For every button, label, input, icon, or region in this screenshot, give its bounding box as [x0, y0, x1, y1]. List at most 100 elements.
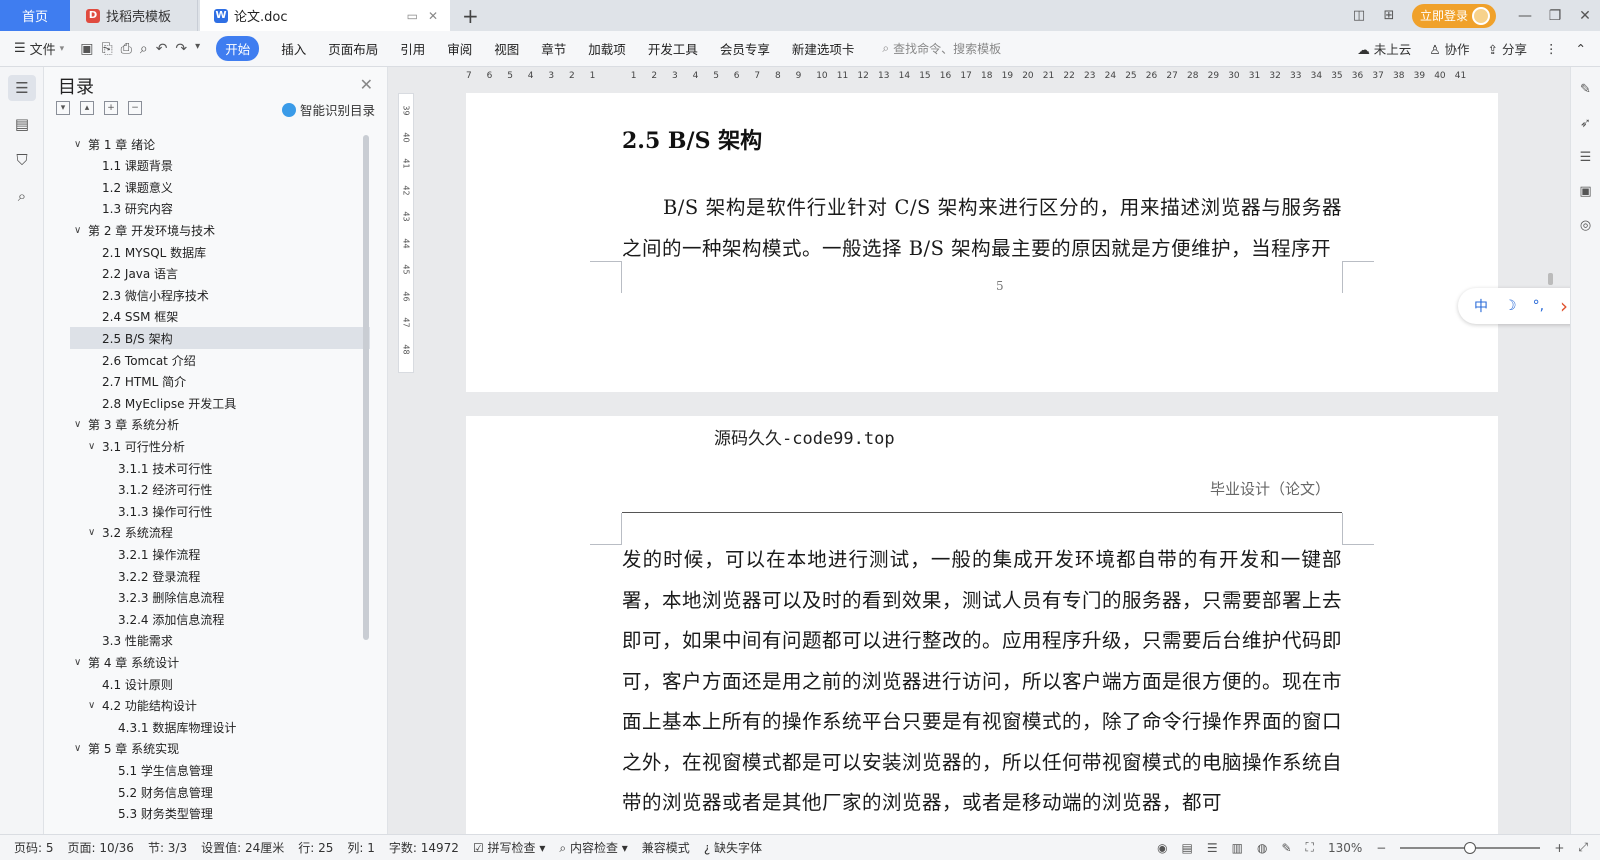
toc-item[interactable]: 4.1 设计原则 [70, 673, 370, 695]
command-search[interactable]: ⌕ 查找命令、搜索模板 [882, 40, 1001, 57]
tab-home[interactable]: 首页 [0, 0, 70, 31]
toc-item[interactable]: ∨ 3.2 系统流程 [70, 522, 370, 544]
more-icon[interactable]: ⋮ [1545, 41, 1558, 56]
status-setting[interactable]: 设置值: 24厘米 [201, 839, 284, 856]
toc-item[interactable]: 2.5 B/S 架构 [70, 327, 370, 350]
toc-item[interactable]: 2.4 SSM 框架 [70, 306, 370, 328]
horizontal-ruler[interactable]: 7 6 5 4 3 2 1 1 2 3 4 5 6 7 8 9 10 11 12 13 14 15 16 17 18 19 20 21… [400, 67, 1545, 91]
toc-item[interactable]: 3.1.2 经济可行性 [70, 479, 370, 501]
settings-sliders-icon[interactable]: ☰ [1576, 147, 1596, 167]
status-page-code[interactable]: 页码: 5 [14, 839, 54, 856]
smart-toc-button[interactable]: 智能识别目录 [281, 100, 375, 119]
moon-icon[interactable]: ☽ [1504, 298, 1517, 314]
status-col[interactable]: 列: 1 [347, 839, 375, 856]
remove-heading-icon[interactable]: − [128, 101, 142, 115]
chevron-down-icon[interactable]: ∨ [74, 419, 88, 430]
toc-item[interactable]: ∨ 4.2 功能结构设计 [70, 695, 370, 717]
undo-icon[interactable]: ↶ [156, 41, 168, 57]
toc-item[interactable]: 3.1.3 操作可行性 [70, 500, 370, 522]
tab-chapter[interactable]: 章节 [541, 39, 566, 58]
restore-icon[interactable]: ❐ [1540, 8, 1570, 24]
chevron-down-icon[interactable]: ∨ [74, 225, 88, 236]
toc-item[interactable]: ∨ 第 5 章 系统实现 [70, 738, 370, 760]
status-row[interactable]: 行: 25 [298, 839, 333, 856]
toc-panel-icon[interactable]: ☰ [8, 75, 36, 101]
toc-item[interactable]: 3.1.1 技术可行性 [70, 457, 370, 479]
eye-protection-icon[interactable]: ◉ [1157, 841, 1167, 855]
translate-icon[interactable]: ▣ [1576, 181, 1596, 201]
outline-view-icon[interactable]: ☰ [1207, 841, 1218, 855]
location-icon[interactable]: ◎ [1576, 215, 1596, 235]
print-icon[interactable]: ⎙ [121, 41, 132, 57]
toc-item[interactable]: 2.3 微信小程序技术 [70, 284, 370, 306]
tab-template[interactable]: D 找稻壳模板 [72, 0, 198, 31]
tab-references[interactable]: 引用 [400, 39, 425, 58]
toc-item[interactable]: 1.2 课题意义 [70, 176, 370, 198]
zoom-in-icon[interactable]: + [1554, 841, 1564, 855]
toc-item[interactable]: 3.2.3 删除信息流程 [70, 587, 370, 609]
toc-item[interactable]: ∨ 第 2 章 开发环境与技术 [70, 219, 370, 241]
add-heading-icon[interactable]: + [104, 101, 118, 115]
toc-item[interactable]: 2.2 Java 语言 [70, 263, 370, 285]
fullscreen-icon[interactable]: ⤢ [1578, 840, 1588, 855]
toc-item[interactable]: 2.6 Tomcat 介绍 [70, 349, 370, 371]
spell-check-button[interactable]: ☑ 拼写检查 ▾ [473, 839, 545, 856]
chevron-down-icon[interactable]: ∨ [74, 743, 88, 754]
toc-item[interactable]: 4.3.1 数据库物理设计 [70, 716, 370, 738]
document-page[interactable]: 2.5 B/S 架构 B/S 架构是软件行业针对 C/S 架构来进行区分的，用来… [466, 93, 1498, 392]
bookmark-icon[interactable]: ⛉ [8, 147, 36, 173]
content-check-button[interactable]: ⌕ 内容检查 ▾ [559, 839, 627, 856]
chevron-down-icon[interactable]: ∨ [88, 441, 102, 452]
collapse-ribbon-icon[interactable]: ⌃ [1576, 41, 1586, 56]
find-icon[interactable]: ⌕ [8, 183, 36, 209]
file-menu[interactable]: ☰ 文件 ▾ [14, 39, 64, 58]
chevron-down-icon[interactable]: ∨ [74, 657, 88, 668]
read-view-icon[interactable]: ▥ [1232, 841, 1243, 855]
tab-insert[interactable]: 插入 [281, 39, 306, 58]
toc-item[interactable]: 5.1 学生信息管理 [70, 759, 370, 781]
chevron-down-icon[interactable]: ∨ [74, 139, 88, 150]
pen-icon[interactable]: ✎ [1576, 79, 1596, 99]
tab-document[interactable]: W 论文.doc ▭ ✕ [200, 0, 450, 31]
section-nav-icon[interactable]: ▤ [8, 111, 36, 137]
punctuation-icon[interactable]: °, [1533, 298, 1544, 314]
toc-item[interactable]: 3.2.2 登录流程 [70, 565, 370, 587]
expand-all-icon[interactable]: ▴ [80, 101, 94, 115]
print-preview-icon[interactable]: ⌕ [140, 41, 148, 57]
toc-item[interactable]: ∨ 第 3 章 系统分析 [70, 414, 370, 436]
toc-item[interactable]: 1.3 研究内容 [70, 198, 370, 220]
toc-item[interactable]: ∨ 第 1 章 绪论 [70, 133, 370, 155]
toc-item[interactable]: 2.1 MYSQL 数据库 [70, 241, 370, 263]
missing-font-button[interactable]: ¿ 缺失字体 [704, 839, 762, 856]
redo-icon[interactable]: ↷ [175, 41, 187, 57]
collapse-all-icon[interactable]: ▾ [56, 101, 70, 115]
toc-item[interactable]: 3.3 性能需求 [70, 630, 370, 652]
tab-developer[interactable]: 开发工具 [648, 39, 698, 58]
zoom-value[interactable]: 130% [1328, 841, 1362, 855]
share-button[interactable]: ⇪ 分享 [1488, 39, 1527, 58]
cloud-button[interactable]: ☁ 未上云 [1357, 39, 1411, 58]
annotate-icon[interactable]: ✎ [1281, 841, 1291, 855]
toc-item[interactable]: 5.3 财务类型管理 [70, 803, 370, 825]
new-tab-button[interactable]: + [462, 4, 479, 28]
zoom-out-icon[interactable]: − [1376, 841, 1386, 855]
tab-review[interactable]: 审阅 [447, 39, 472, 58]
toc-scrollbar[interactable] [363, 135, 369, 640]
export-icon[interactable]: ⎘ [101, 41, 112, 57]
customize-icon[interactable]: ▾ [195, 41, 200, 57]
tab-start[interactable]: 开始 [216, 36, 260, 61]
web-view-icon[interactable]: ◍ [1257, 841, 1267, 855]
tab-view[interactable]: 视图 [494, 39, 519, 58]
zoom-slider[interactable] [1400, 841, 1541, 854]
status-section[interactable]: 节: 3/3 [148, 839, 187, 856]
tab-page-layout[interactable]: 页面布局 [328, 39, 378, 58]
status-page[interactable]: 页面: 10/36 [68, 839, 134, 856]
layout-toggle-icon[interactable]: ◫ [1346, 6, 1372, 26]
close-tab-icon[interactable]: ✕ [428, 9, 438, 23]
minimize-icon[interactable]: — [1510, 8, 1540, 24]
tab-new[interactable]: 新建选项卡 [792, 39, 855, 58]
collab-button[interactable]: ♙ 协作 [1429, 39, 1469, 58]
fit-page-icon[interactable]: ⛶ [1306, 840, 1314, 855]
toc-item[interactable]: 5.2 财务信息管理 [70, 781, 370, 803]
chevron-right-icon[interactable]: › [1560, 294, 1568, 318]
